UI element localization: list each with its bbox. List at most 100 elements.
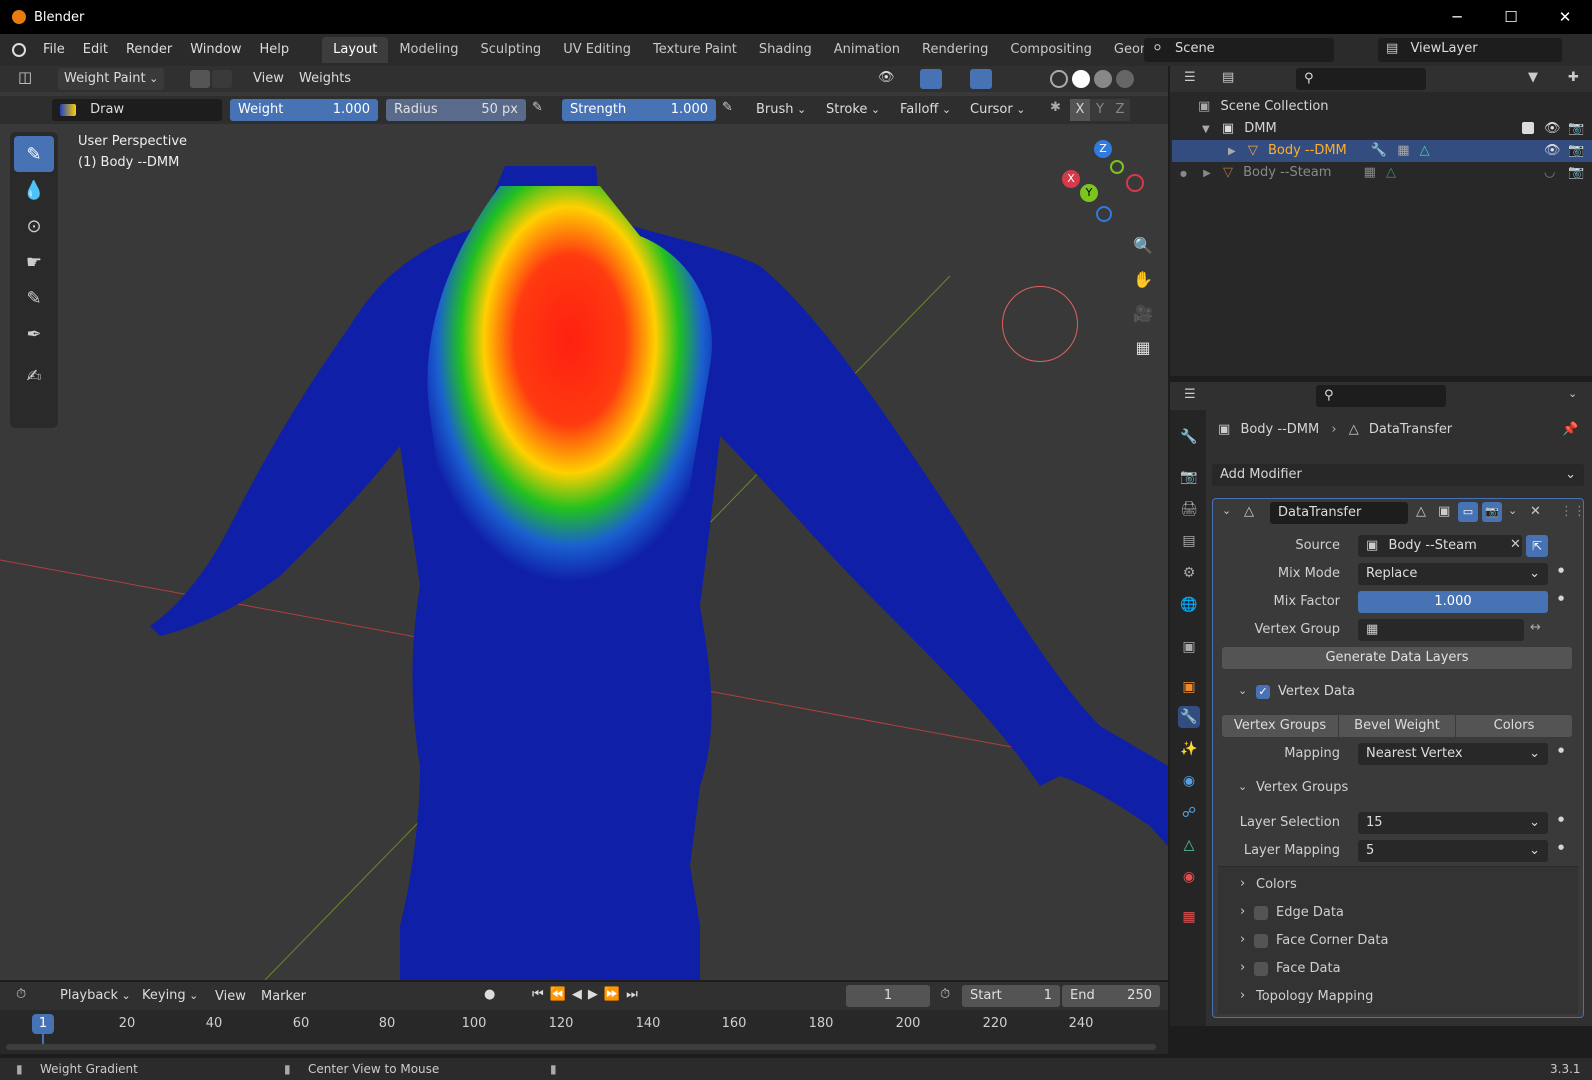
timeline-view-menu[interactable]: View bbox=[206, 985, 255, 1009]
generate-data-layers-button[interactable]: Generate Data Layers bbox=[1222, 647, 1572, 669]
menu-render[interactable]: Render bbox=[117, 38, 181, 62]
menu-help[interactable]: Help bbox=[251, 38, 299, 62]
scene-selector[interactable]: ⚪ Scene bbox=[1144, 38, 1334, 62]
gradient-tool-icon[interactable]: ✎ bbox=[14, 280, 54, 316]
play-icon[interactable]: ▶ bbox=[588, 987, 604, 1002]
minimize-button[interactable]: ─ bbox=[1430, 0, 1484, 34]
start-frame-field[interactable]: Start 1 bbox=[962, 985, 1060, 1007]
gizmo-neg-y-axis[interactable] bbox=[1110, 160, 1124, 174]
falloff-menu[interactable]: Falloff bbox=[894, 99, 957, 121]
edge-data-expand-icon[interactable]: › bbox=[1240, 904, 1245, 919]
filter-icon[interactable]: ▼ bbox=[1528, 70, 1538, 85]
object-tab-icon[interactable]: ▣ bbox=[1178, 676, 1200, 698]
clear-source-icon[interactable]: ✕ bbox=[1510, 537, 1521, 552]
strength-pressure-icon[interactable]: ✎ bbox=[722, 100, 733, 115]
timeline-scrollbar[interactable] bbox=[6, 1044, 1156, 1050]
collapse-chevron-icon[interactable]: ⌄ bbox=[1222, 504, 1231, 517]
modifier-tab-icon[interactable]: 🔧 bbox=[1178, 706, 1200, 728]
expand-arrow-icon[interactable]: ▶ bbox=[1203, 168, 1211, 179]
hide-eye-icon[interactable]: 👁 bbox=[1544, 118, 1561, 140]
vertex-groups-subpanel-label[interactable]: Vertex Groups bbox=[1256, 780, 1348, 795]
tab-shading[interactable]: Shading bbox=[748, 37, 823, 63]
gizmo-y-axis[interactable]: Y bbox=[1080, 184, 1098, 202]
render-tab-icon[interactable]: 📷 bbox=[1178, 466, 1200, 488]
keyframe-dot-icon[interactable]: ● bbox=[1558, 815, 1564, 823]
tab-rendering[interactable]: Rendering bbox=[911, 37, 999, 63]
prev-keyframe-icon[interactable]: ⏪ bbox=[550, 987, 572, 1002]
brush-menu[interactable]: Brush bbox=[750, 99, 812, 121]
physics-tab-icon[interactable]: ◉ bbox=[1178, 770, 1200, 792]
gizmo-x-axis[interactable]: X bbox=[1062, 170, 1080, 188]
render-camera-icon[interactable]: 📷 bbox=[1568, 118, 1584, 140]
edge-data-checkbox[interactable] bbox=[1254, 905, 1268, 920]
weight-slider[interactable]: Weight 1.000 bbox=[230, 99, 378, 121]
draw-tool-icon[interactable]: ✎ bbox=[14, 136, 54, 172]
radius-slider[interactable]: Radius 50 px bbox=[386, 99, 526, 121]
keyframe-dot-icon[interactable]: ● bbox=[1558, 566, 1564, 574]
mode-selector[interactable]: Weight Paint bbox=[58, 68, 165, 90]
tool-tab-icon[interactable]: 🔧 bbox=[1178, 426, 1200, 448]
material-tab-icon[interactable]: ◉ bbox=[1178, 866, 1200, 888]
jump-start-icon[interactable]: ⏮ bbox=[532, 987, 550, 1002]
close-window-button[interactable]: ✕ bbox=[1538, 0, 1592, 34]
record-icon[interactable]: ● bbox=[484, 987, 495, 1002]
gizmo-toggle-icon[interactable] bbox=[920, 69, 942, 89]
face-data-expand-icon[interactable]: › bbox=[1240, 960, 1245, 975]
collection-tab-icon[interactable]: ▣ bbox=[1178, 636, 1200, 658]
marker-menu[interactable]: Marker bbox=[252, 985, 315, 1009]
radius-pressure-icon[interactable]: ✎ bbox=[532, 100, 543, 115]
expand-arrow-icon[interactable]: ▼ bbox=[1202, 124, 1210, 135]
expand-arrow-icon[interactable]: ▶ bbox=[1228, 146, 1236, 157]
end-frame-field[interactable]: End 250 bbox=[1062, 985, 1160, 1007]
keyframe-dot-icon[interactable]: ● bbox=[1558, 746, 1564, 754]
navigation-gizmo[interactable]: Z X Y bbox=[1062, 140, 1152, 230]
modifier-options-chevron-icon[interactable]: ⌄ bbox=[1508, 504, 1517, 517]
realtime-toggle-icon[interactable]: ▭ bbox=[1458, 502, 1478, 522]
tab-bevel-weight[interactable]: Bevel Weight bbox=[1339, 715, 1455, 737]
mix-factor-slider[interactable]: 1.000 bbox=[1358, 591, 1548, 613]
properties-editor-icon[interactable]: ☰ bbox=[1184, 387, 1196, 402]
visibility-eye-icon[interactable]: 👁 bbox=[878, 70, 895, 85]
menu-window[interactable]: Window bbox=[181, 38, 250, 62]
scene-tab-icon[interactable]: ⚙ bbox=[1178, 562, 1200, 584]
add-modifier-button[interactable]: Add Modifier ⌄ bbox=[1212, 464, 1584, 486]
jump-end-icon[interactable]: ⏭ bbox=[626, 987, 644, 1002]
exclude-checkbox[interactable] bbox=[1522, 122, 1534, 134]
data-tab-icon[interactable]: △ bbox=[1178, 834, 1200, 856]
tab-vertex-groups[interactable]: Vertex Groups bbox=[1222, 715, 1338, 737]
strength-slider[interactable]: Strength 1.000 bbox=[562, 99, 716, 121]
next-keyframe-icon[interactable]: ⏩ bbox=[604, 987, 626, 1002]
render-camera-icon[interactable]: 📷 bbox=[1568, 140, 1584, 162]
texture-tab-icon[interactable]: ▦ bbox=[1178, 906, 1200, 928]
menu-file[interactable]: File bbox=[34, 38, 74, 62]
render-camera-icon[interactable]: 📷 bbox=[1568, 162, 1584, 184]
vertex-groups-icon[interactable]: ▦ bbox=[1364, 165, 1376, 180]
tab-modeling[interactable]: Modeling bbox=[388, 37, 469, 63]
average-tool-icon[interactable]: ⊙ bbox=[14, 208, 54, 244]
tab-texture-paint[interactable]: Texture Paint bbox=[642, 37, 748, 63]
mesh-data-icon[interactable]: △ bbox=[1420, 143, 1430, 158]
view-layer-tab-icon[interactable]: ▤ bbox=[1178, 530, 1200, 552]
tab-animation[interactable]: Animation bbox=[823, 37, 911, 63]
blur-tool-icon[interactable]: 💧 bbox=[14, 172, 54, 208]
mirror-x-toggle[interactable]: X bbox=[1070, 99, 1090, 121]
viewport-view-menu[interactable]: View bbox=[244, 67, 293, 91]
vertex-group-field[interactable]: ▦ bbox=[1358, 619, 1524, 641]
drag-handle-icon[interactable]: ⋮⋮ bbox=[1560, 504, 1586, 519]
outliner-row-dmm[interactable]: ▼ ▣ DMM 👁 📷 bbox=[1172, 118, 1592, 140]
gizmo-neg-x-axis[interactable] bbox=[1126, 174, 1144, 192]
face-data-checkbox[interactable] bbox=[1254, 961, 1268, 976]
blender-menu-icon[interactable] bbox=[12, 43, 26, 57]
stroke-menu[interactable]: Stroke bbox=[820, 99, 886, 121]
properties-search-input[interactable]: ⚲ bbox=[1316, 385, 1446, 407]
outliner-search-input[interactable]: ⚲ bbox=[1296, 68, 1426, 90]
tab-compositing[interactable]: Compositing bbox=[999, 37, 1103, 63]
mirror-y-toggle[interactable]: Y bbox=[1090, 99, 1110, 121]
pan-hand-icon[interactable]: ✋ bbox=[1128, 264, 1158, 294]
mapping-select[interactable]: Nearest Vertex ⌄ bbox=[1358, 743, 1548, 765]
mirror-z-toggle[interactable]: Z bbox=[1110, 99, 1130, 121]
smear-tool-icon[interactable]: ☛ bbox=[14, 244, 54, 280]
pin-icon[interactable]: 📌 bbox=[1562, 422, 1578, 437]
stopwatch-icon[interactable]: ⏱ bbox=[940, 987, 950, 1002]
playback-menu[interactable]: Playback bbox=[54, 985, 137, 1007]
